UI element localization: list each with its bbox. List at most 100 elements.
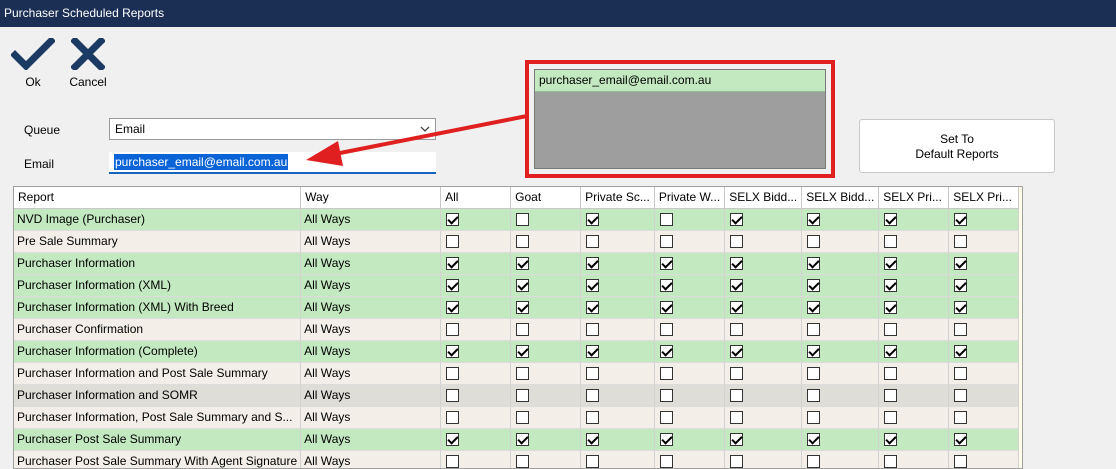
checkbox[interactable] <box>730 257 744 271</box>
column-header[interactable]: SELX Pri... <box>878 187 950 209</box>
checkbox[interactable] <box>954 345 968 359</box>
checkbox[interactable] <box>516 411 530 425</box>
checkbox[interactable] <box>884 279 898 293</box>
checkbox[interactable] <box>954 279 968 293</box>
checkbox[interactable] <box>659 389 673 403</box>
checkbox[interactable] <box>659 301 673 315</box>
checkbox[interactable] <box>516 301 530 315</box>
table-row[interactable]: Purchaser Information All Ways <box>14 252 1020 275</box>
table-row[interactable]: Purchaser Information (XML) With Breed Al… <box>14 296 1020 319</box>
checkbox[interactable] <box>446 301 460 315</box>
checkbox[interactable] <box>730 433 744 447</box>
checkbox[interactable] <box>807 213 821 227</box>
checkbox[interactable] <box>446 389 460 403</box>
checkbox[interactable] <box>586 301 600 315</box>
checkbox[interactable] <box>516 323 530 337</box>
checkbox[interactable] <box>586 433 600 447</box>
ok-button[interactable]: Ok <box>8 38 58 89</box>
checkbox[interactable] <box>446 323 460 337</box>
checkbox[interactable] <box>807 279 821 293</box>
checkbox[interactable] <box>446 433 460 447</box>
checkbox[interactable] <box>586 235 600 249</box>
table-row[interactable]: Pre Sale Summary All Ways <box>14 230 1020 253</box>
checkbox[interactable] <box>446 257 460 271</box>
checkbox[interactable] <box>807 345 821 359</box>
checkbox[interactable] <box>807 367 821 381</box>
checkbox[interactable] <box>586 367 600 381</box>
checkbox[interactable] <box>954 433 968 447</box>
checkbox[interactable] <box>446 213 460 227</box>
checkbox[interactable] <box>954 301 968 315</box>
checkbox[interactable] <box>730 367 744 381</box>
checkbox[interactable] <box>884 367 898 381</box>
table-row[interactable]: Purchaser Confirmation All Ways <box>14 318 1020 341</box>
checkbox[interactable] <box>730 301 744 315</box>
checkbox[interactable] <box>659 279 673 293</box>
checkbox[interactable] <box>586 279 600 293</box>
checkbox[interactable] <box>446 455 460 468</box>
checkbox[interactable] <box>586 323 600 337</box>
checkbox[interactable] <box>954 213 968 227</box>
checkbox[interactable] <box>516 235 530 249</box>
checkbox[interactable] <box>586 345 600 359</box>
checkbox[interactable] <box>954 367 968 381</box>
column-header[interactable]: Goat <box>510 187 582 209</box>
checkbox[interactable] <box>807 411 821 425</box>
checkbox[interactable] <box>954 257 968 271</box>
checkbox[interactable] <box>807 257 821 271</box>
checkbox[interactable] <box>446 411 460 425</box>
column-header[interactable]: Private Sc... <box>580 187 655 209</box>
checkbox[interactable] <box>659 323 673 337</box>
checkbox[interactable] <box>807 235 821 249</box>
checkbox[interactable] <box>954 235 968 249</box>
checkbox[interactable] <box>516 389 530 403</box>
checkbox[interactable] <box>954 389 968 403</box>
table-row[interactable]: Purchaser Post Sale Summary With Agent S… <box>14 450 1020 468</box>
checkbox[interactable] <box>730 345 744 359</box>
checkbox[interactable] <box>446 279 460 293</box>
email-suggestion-list[interactable]: purchaser_email@email.com.au <box>534 69 826 169</box>
checkbox[interactable] <box>659 411 673 425</box>
email-field[interactable]: purchaser_email@email.com.au <box>109 152 436 174</box>
checkbox[interactable] <box>446 345 460 359</box>
column-header[interactable]: Private W... <box>654 187 726 209</box>
checkbox[interactable] <box>884 235 898 249</box>
checkbox[interactable] <box>659 257 673 271</box>
queue-select[interactable]: Email <box>109 118 436 140</box>
checkbox[interactable] <box>659 455 673 468</box>
table-row[interactable]: Purchaser Information and Post Sale Summ… <box>14 362 1020 385</box>
checkbox[interactable] <box>446 235 460 249</box>
table-row[interactable]: Purchaser Information (XML) All Ways <box>14 274 1020 297</box>
table-row[interactable]: Purchaser Information (Complete) All Ways <box>14 340 1020 363</box>
checkbox[interactable] <box>659 345 673 359</box>
checkbox[interactable] <box>730 323 744 337</box>
set-default-reports-button[interactable]: Set To Default Reports <box>859 119 1055 173</box>
column-header[interactable]: All <box>440 187 512 209</box>
checkbox[interactable] <box>516 345 530 359</box>
checkbox[interactable] <box>730 213 744 227</box>
checkbox[interactable] <box>730 411 744 425</box>
column-header[interactable]: SELX Bidd... <box>801 187 880 209</box>
checkbox[interactable] <box>730 455 744 468</box>
checkbox[interactable] <box>659 235 673 249</box>
cancel-button[interactable]: Cancel <box>63 38 113 89</box>
column-header[interactable]: Way <box>300 187 442 209</box>
checkbox[interactable] <box>659 213 673 227</box>
checkbox[interactable] <box>884 213 898 227</box>
checkbox[interactable] <box>659 367 673 381</box>
column-header[interactable]: Report <box>14 187 302 209</box>
checkbox[interactable] <box>884 345 898 359</box>
checkbox[interactable] <box>884 411 898 425</box>
checkbox[interactable] <box>807 323 821 337</box>
checkbox[interactable] <box>586 213 600 227</box>
checkbox[interactable] <box>884 323 898 337</box>
checkbox[interactable] <box>884 389 898 403</box>
checkbox[interactable] <box>884 455 898 468</box>
checkbox[interactable] <box>516 257 530 271</box>
checkbox[interactable] <box>659 433 673 447</box>
checkbox[interactable] <box>516 213 530 227</box>
checkbox[interactable] <box>730 235 744 249</box>
column-header[interactable]: SELX Pri... <box>948 187 1020 209</box>
table-row[interactable]: Purchaser Information and SOMR All Ways <box>14 384 1020 407</box>
checkbox[interactable] <box>516 367 530 381</box>
